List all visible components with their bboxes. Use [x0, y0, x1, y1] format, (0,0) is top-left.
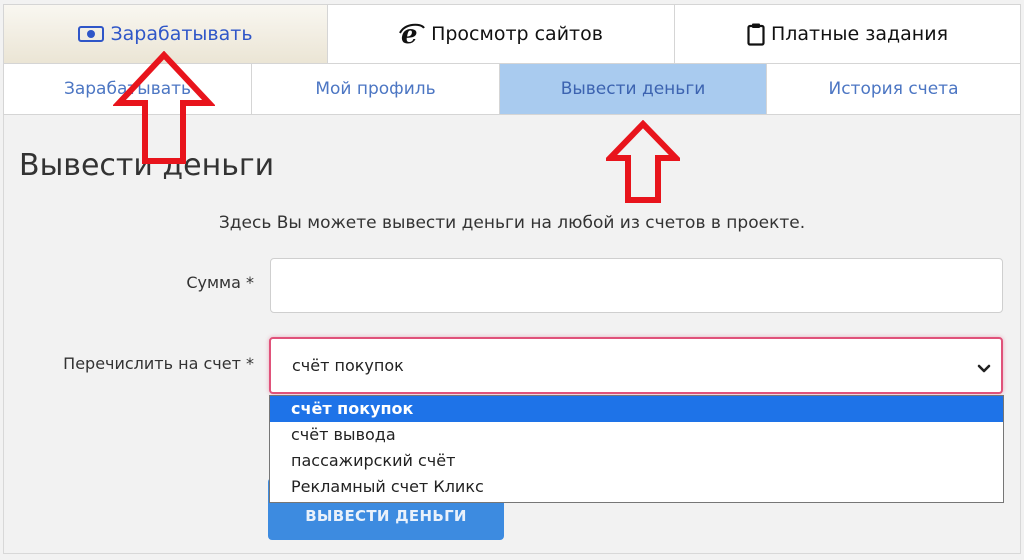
account-dropdown-list: счёт покупок счёт вывода пассажирский сч… — [269, 395, 1004, 503]
account-select-value: счёт покупок — [292, 356, 404, 375]
chevron-down-icon — [977, 359, 991, 378]
page: Зарабатывать e Просмотр сайтов Платные з… — [0, 0, 1024, 560]
amount-input[interactable] — [270, 258, 1003, 313]
top-tab-earn-label: Зарабатывать — [110, 23, 253, 45]
top-tab-browse-sites[interactable]: e Просмотр сайтов — [328, 4, 675, 64]
sub-tab-withdraw[interactable]: Вывести деньги — [500, 64, 767, 115]
account-option[interactable]: счёт покупок — [270, 396, 1003, 422]
sub-tab-my-profile[interactable]: Мой профиль — [252, 64, 500, 115]
annotation-arrow-up-icon — [606, 120, 680, 203]
internet-explorer-icon: e — [399, 21, 425, 47]
account-option[interactable]: Рекламный счет Кликс — [270, 474, 1003, 500]
amount-label: Сумма * — [186, 273, 254, 292]
account-select[interactable]: счёт покупок — [269, 337, 1003, 394]
annotation-arrow-up-icon — [113, 51, 215, 164]
top-tab-browse-sites-label: Просмотр сайтов — [431, 23, 603, 45]
money-icon — [78, 26, 105, 42]
clipboard-icon — [747, 22, 765, 46]
account-option[interactable]: счёт вывода — [270, 422, 1003, 448]
account-label: Перечислить на счет * — [63, 354, 254, 373]
intro-text: Здесь Вы можете вывести деньги на любой … — [218, 213, 806, 233]
account-option[interactable]: пассажирский счёт — [270, 448, 1003, 474]
top-tab-paid-tasks[interactable]: Платные задания — [675, 4, 1021, 64]
top-tab-paid-tasks-label: Платные задания — [770, 23, 949, 45]
sub-tab-account-history[interactable]: История счета — [767, 64, 1021, 115]
